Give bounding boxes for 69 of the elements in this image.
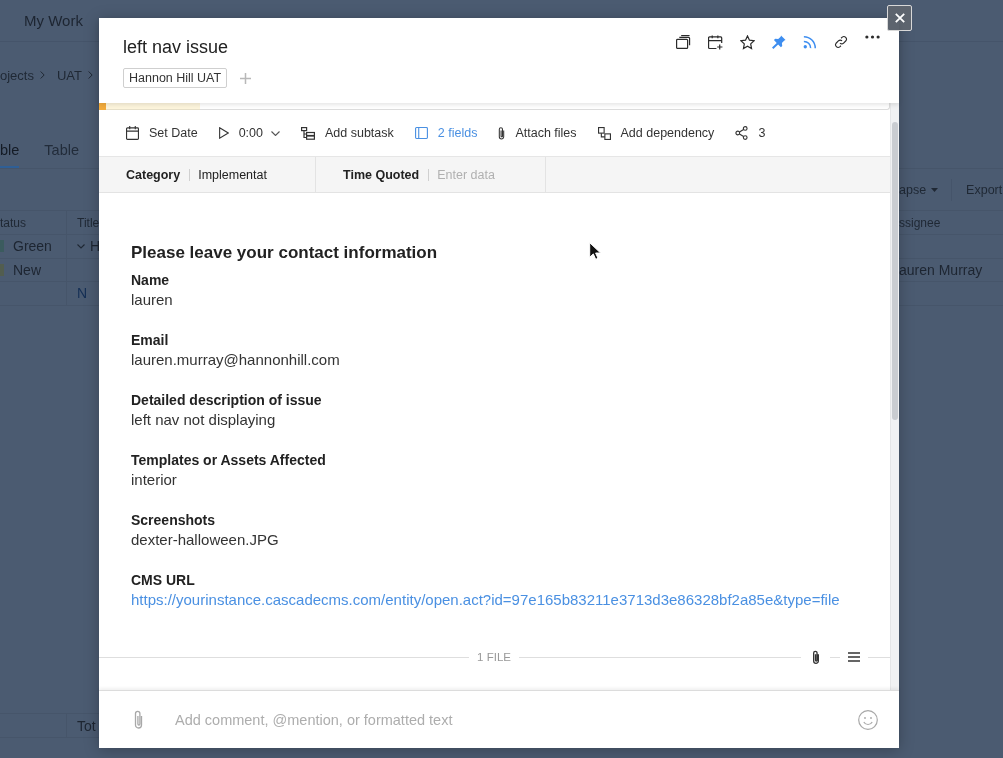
export-button[interactable]: Export xyxy=(966,182,1003,197)
view-tab[interactable]: Table xyxy=(44,142,80,168)
file-count-label: 1 FILE xyxy=(476,651,512,663)
add-dependency-button[interactable]: Add dependency xyxy=(597,126,715,140)
chevron-right-icon xyxy=(39,70,45,80)
column-header[interactable]: tatus xyxy=(0,215,26,230)
share-button[interactable]: 3 xyxy=(735,126,766,140)
column-header[interactable]: ssignee xyxy=(899,215,941,230)
row-title[interactable]: H xyxy=(90,238,99,255)
task-title[interactable]: left nav issue xyxy=(123,35,229,59)
subtask-icon xyxy=(301,126,315,140)
breadcrumb-link[interactable]: UAT xyxy=(56,67,82,83)
form-heading: Please leave your contact information xyxy=(131,242,438,264)
calendar-plus-icon[interactable] xyxy=(708,35,723,50)
project-tag[interactable]: Hannon Hill UAT xyxy=(123,68,228,88)
caret-down-icon xyxy=(271,130,280,136)
close-button[interactable] xyxy=(887,5,912,31)
paperclip-icon xyxy=(498,125,506,141)
add-subtask-button[interactable]: Add subtask xyxy=(301,126,394,140)
entry-label: Screenshots xyxy=(131,511,216,530)
link-icon[interactable] xyxy=(834,35,848,49)
play-icon xyxy=(218,127,229,139)
set-date-button[interactable]: Set Date xyxy=(126,126,198,140)
rss-feed-icon[interactable] xyxy=(803,35,817,49)
entry-value: interior xyxy=(131,470,177,490)
pin-icon[interactable] xyxy=(772,35,786,49)
entry-label: Name xyxy=(131,271,170,290)
scrollbar-thumb[interactable] xyxy=(892,122,898,420)
calendar-icon xyxy=(126,126,139,140)
entry-value: left nav not displaying xyxy=(131,410,276,430)
url-link[interactable]: https://yourinstance.cascadecms.com/entity/open.act?id=97e165b83211e3713d3e86328bf2a85e&type=file xyxy=(131,590,840,610)
view-tab[interactable]: ble xyxy=(0,142,20,168)
entry-label: CMS URL xyxy=(131,571,195,590)
footer-label: Tot xyxy=(77,717,96,734)
mouse-pointer-icon xyxy=(589,242,601,260)
scrollbar-track[interactable] xyxy=(890,103,899,690)
field-input[interactable]: Enter data xyxy=(437,167,530,182)
entry-value: lauren xyxy=(131,290,173,310)
entry-value: dexter-halloween.JPG xyxy=(131,530,279,550)
entry-label: Email xyxy=(131,331,169,350)
column-header[interactable]: Title xyxy=(77,215,99,230)
status-label: New xyxy=(13,261,41,278)
dependency-icon xyxy=(597,126,611,140)
list-icon[interactable] xyxy=(848,652,860,662)
paperclip-icon[interactable] xyxy=(812,649,820,665)
fields-button[interactable]: 2 fields xyxy=(414,126,478,140)
dropdown-button[interactable]: apse xyxy=(899,182,939,197)
assignee-name: auren Murray xyxy=(899,261,983,278)
timer-button[interactable]: 0:00 xyxy=(218,126,280,140)
comment-input[interactable]: Add comment, @mention, or formatted text xyxy=(175,711,838,728)
entry-label: Templates or Assets Affected xyxy=(131,451,326,470)
attach-files-button[interactable]: Attach files xyxy=(498,125,577,141)
field-label: Time Quoted xyxy=(343,167,420,182)
panel-icon xyxy=(414,127,428,139)
status-label: Green xyxy=(13,238,52,255)
paperclip-icon[interactable] xyxy=(133,709,144,730)
nav-title[interactable]: My Work xyxy=(24,12,83,29)
close-icon xyxy=(894,13,905,23)
field-input[interactable]: Implementat xyxy=(198,167,291,182)
entry-value: lauren.murray@hannonhill.com xyxy=(131,350,340,370)
stacked-windows-icon[interactable] xyxy=(676,35,691,49)
more-icon[interactable] xyxy=(865,35,880,39)
caret-down-icon xyxy=(931,187,939,192)
star-icon[interactable] xyxy=(740,35,755,50)
breadcrumb-link[interactable]: ojects xyxy=(0,67,34,83)
chevron-right-icon xyxy=(88,70,93,80)
field-label: Category xyxy=(126,167,181,182)
share-icon xyxy=(735,126,749,140)
entry-label: Detailed description of issue xyxy=(131,391,322,410)
